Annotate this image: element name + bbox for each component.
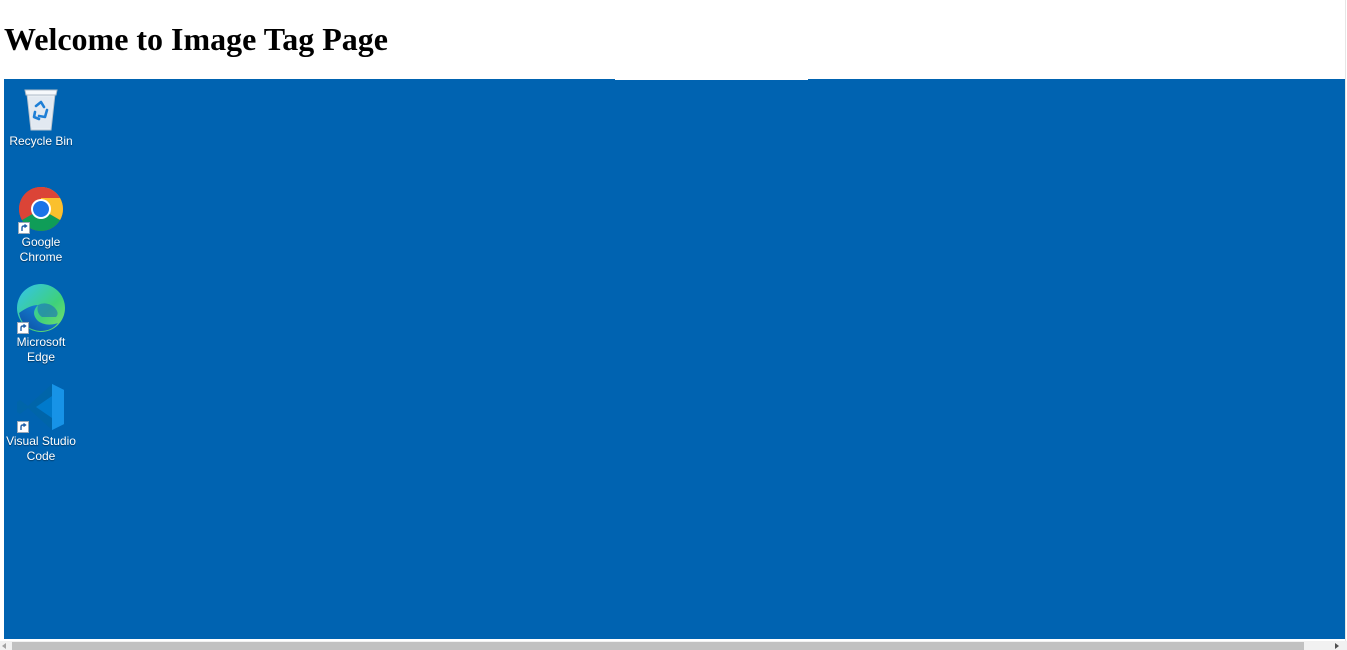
shortcut-arrow-icon [18,222,30,234]
google-chrome-icon [17,185,65,234]
visual-studio-code-icon [16,382,66,433]
desktop-icon-label: Recycle Bin [9,134,73,148]
microsoft-edge-icon [16,283,66,334]
page-right-edge-divider [1345,0,1346,641]
shortcut-arrow-icon [17,421,29,433]
desktop-icon-visual-studio-code[interactable]: Visual Studio Code [4,382,78,464]
horizontal-scrollbar[interactable] [0,641,1347,650]
desktop-top-gap [615,79,808,80]
scrollbar-thumb[interactable] [12,642,1304,650]
desktop-icon-google-chrome[interactable]: Google Chrome [4,185,78,265]
desktop-icon-label: Google Chrome [19,235,63,264]
page-title: Welcome to Image Tag Page [4,21,388,57]
desktop-icon-label: Microsoft Edge [16,335,66,364]
desktop-icon-recycle-bin[interactable]: Recycle Bin [4,86,78,149]
desktop-screenshot-image: Recycle Bin Google Chrome Microsoft Edge… [4,79,1345,639]
desktop-icon-microsoft-edge[interactable]: Microsoft Edge [4,283,78,365]
recycle-bin-icon [19,86,63,132]
scroll-left-arrow-icon[interactable] [2,643,6,649]
shortcut-arrow-icon [17,322,29,334]
scroll-right-arrow-icon[interactable] [1335,643,1339,649]
desktop-icon-label: Visual Studio Code [6,434,76,463]
